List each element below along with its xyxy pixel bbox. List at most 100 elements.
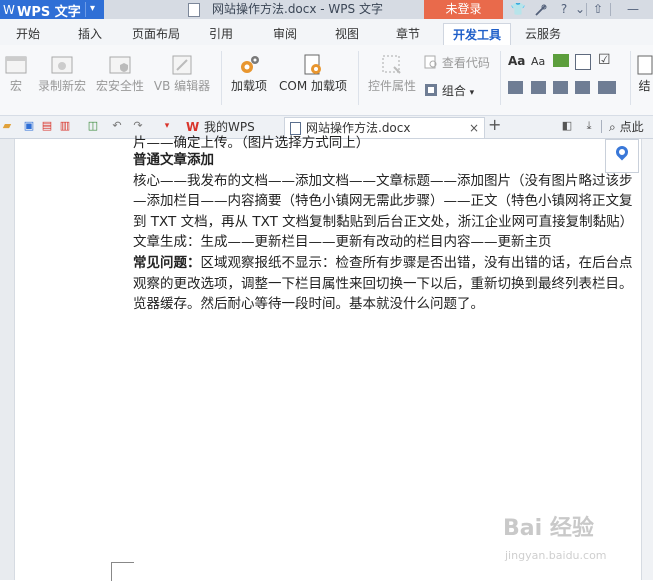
body-text: 观察的更改选项，调整一下栏目属性来回切换一下以后，重新切换到最终列表栏目。 <box>133 275 633 292</box>
search-label: 点此 <box>619 120 644 134</box>
combo-box-icon[interactable] <box>508 81 523 94</box>
document-menu-icon[interactable]: ◧ <box>560 119 574 133</box>
tab-chapter[interactable]: 章节 <box>396 25 420 42</box>
record-macro-button[interactable]: 录制新宏 <box>34 53 90 94</box>
window-title: 网站操作方法.docx - WPS 文字 <box>212 2 383 16</box>
view-code-icon <box>424 55 437 69</box>
location-pin-icon <box>613 143 631 161</box>
body-text: 览器缓存。然后耐心等待一段时间。基本就没什么问题了。 <box>133 296 484 313</box>
com-addins-icon <box>304 54 321 75</box>
left-ruler <box>0 139 15 580</box>
shield-icon <box>109 56 131 74</box>
picture-control-icon[interactable] <box>553 54 569 67</box>
titlebar-divider <box>610 3 611 16</box>
repeating-section-icon[interactable] <box>575 81 590 94</box>
structure-icon <box>637 55 653 75</box>
skin-icon[interactable]: 👕 <box>509 0 527 19</box>
rich-text-control-icon[interactable]: Aa <box>508 54 525 68</box>
view-code-button[interactable]: 查看代码 <box>424 54 490 71</box>
ribbon-divider <box>221 51 222 105</box>
com-addins-label: COM 加载项 <box>279 79 347 93</box>
paragraph-line: 常见问题：区域观察报纸不显示：检查所有步骤是否出错，没有出错的话，在后台点 <box>133 253 643 274</box>
tabbar-divider <box>601 120 602 133</box>
export-pdf-icon[interactable]: ▤ <box>40 119 54 133</box>
tab-review[interactable]: 审阅 <box>273 25 297 42</box>
control-properties-icon <box>382 55 401 74</box>
wps-logo-icon: W <box>3 3 15 17</box>
date-picker-icon[interactable] <box>553 81 568 94</box>
navigation-pin-button[interactable] <box>605 139 639 173</box>
control-properties-label: 控件属性 <box>367 79 416 93</box>
record-macro-icon <box>51 56 73 74</box>
ribbon-divider <box>358 51 359 105</box>
ribbon-divider <box>500 51 501 105</box>
checkbox-control-icon[interactable]: ☑ <box>598 52 614 68</box>
body-text: 区域观察报纸不显示：检查所有步骤是否出错，没有出错的话，在后台点 <box>200 254 633 271</box>
app-menu-chevron-icon: ▾ <box>90 3 96 14</box>
document-body[interactable]: 普通文章添加 核心——我发布的文档——添加文档——文章标题——添加图片（没有图片… <box>133 150 643 315</box>
legacy-tools-icon[interactable] <box>598 81 616 94</box>
settings-icon[interactable] <box>532 0 550 19</box>
minimize-icon[interactable]: — <box>624 0 642 19</box>
tab-page-layout[interactable]: 页面布局 <box>132 25 180 42</box>
app-menu-button[interactable]: W WPS 文字 ▾ <box>0 0 104 20</box>
heading-text: 常见问题： <box>133 254 201 271</box>
dropdown-list-icon[interactable] <box>531 81 546 94</box>
group-chevron-icon: ▾ <box>469 88 475 98</box>
group-dropdown[interactable]: 组合 ▾ <box>424 82 474 99</box>
building-block-icon[interactable] <box>575 54 591 70</box>
group-label: 组合 <box>441 84 466 98</box>
record-macro-label: 录制新宏 <box>37 79 86 93</box>
structure-button[interactable]: 结 <box>636 53 653 94</box>
plain-text-control-icon[interactable]: Aa <box>531 55 545 68</box>
ribbon-divider <box>630 51 631 105</box>
print-preview-icon[interactable]: ◫ <box>86 119 100 133</box>
new-tab-icon[interactable]: + <box>488 115 501 134</box>
undo-icon[interactable]: ↶ <box>110 119 124 133</box>
gear-icon <box>241 56 259 73</box>
save-icon[interactable]: ▣ <box>22 119 36 133</box>
title-bar: W WPS 文字 ▾ 网站操作方法.docx - WPS 文字 未登录 👕 ? … <box>0 0 653 20</box>
paragraph-line: 核心——我发布的文档——添加文档——文章标题——添加图片（没有图片略过该步 <box>133 171 643 192</box>
body-text: 文章生成：生成——更新栏目——更新有改动的栏目内容——更新主页 <box>133 234 552 251</box>
control-properties-button[interactable]: 控件属性 <box>364 53 420 94</box>
tab-references[interactable]: 引用 <box>209 25 233 42</box>
macro-button[interactable]: 宏 <box>2 53 30 94</box>
app-name: WPS 文字 <box>17 5 81 20</box>
baidu-watermark: Bai 经验 <box>503 516 594 541</box>
body-text: 到 TXT 文档，再从 TXT 文档复制黏贴到后台正文处，浙江企业网可直接复制黏… <box>133 213 634 230</box>
vb-editor-label: VB 编辑器 <box>153 79 211 93</box>
vb-editor-icon <box>172 55 192 75</box>
com-addins-button[interactable]: COM 加载项 <box>275 53 351 94</box>
close-tab-icon[interactable]: × <box>469 118 479 138</box>
up-icon[interactable]: ⇧ <box>589 0 607 19</box>
addins-button[interactable]: 加载项 <box>227 53 271 94</box>
ribbon: 宏 录制新宏 宏安全性 VB 编辑器 加载项 COM 加载项 控件属性 查看代码… <box>0 45 653 116</box>
macro-icon <box>5 56 27 74</box>
more-icon[interactable]: ⤓ <box>582 119 596 133</box>
search-icon: ⌕ <box>609 120 616 134</box>
open-folder-icon[interactable]: ▰ <box>0 119 14 133</box>
menu-bar: 开始 插入 页面布局 引用 审阅 视图 章节 开发工具 云服务 <box>0 19 653 46</box>
app-menu-divider <box>85 2 86 17</box>
tab-home[interactable]: 开始 <box>16 25 40 42</box>
macro-label: 宏 <box>9 79 22 93</box>
tab-cloud-service[interactable]: 云服务 <box>525 25 561 42</box>
tab-insert[interactable]: 插入 <box>78 25 102 42</box>
tab-developer-tools[interactable]: 开发工具 <box>443 23 512 45</box>
macro-security-button[interactable]: 宏安全性 <box>94 53 146 94</box>
paragraph-line: 普通文章添加 <box>133 150 643 171</box>
login-button[interactable]: 未登录 <box>424 0 503 19</box>
print-icon[interactable]: ▥ <box>58 119 72 133</box>
body-text: —添加栏目——内容摘要（特色小镇网无需此步骤）——正文（特色小镇网将正文复 <box>133 193 633 210</box>
tab-view[interactable]: 视图 <box>335 25 359 42</box>
vb-editor-button[interactable]: VB 编辑器 <box>152 53 212 94</box>
search-box[interactable]: ⌕ 点此 <box>609 118 644 135</box>
paragraph-line: —添加栏目——内容摘要（特色小镇网无需此步骤）——正文（特色小镇网将正文复 <box>133 191 643 212</box>
paragraph-line: 到 TXT 文档，再从 TXT 文档复制黏贴到后台正文处，浙江企业网可直接复制黏… <box>133 212 643 233</box>
view-code-label: 查看代码 <box>441 56 490 70</box>
heading-text: 普通文章添加 <box>133 152 214 168</box>
body-text: 核心——我发布的文档——添加文档——文章标题——添加图片（没有图片略过该步 <box>133 172 633 189</box>
paragraph-line: 文章生成：生成——更新栏目——更新有改动的栏目内容——更新主页 <box>133 232 643 253</box>
group-icon <box>425 84 437 96</box>
